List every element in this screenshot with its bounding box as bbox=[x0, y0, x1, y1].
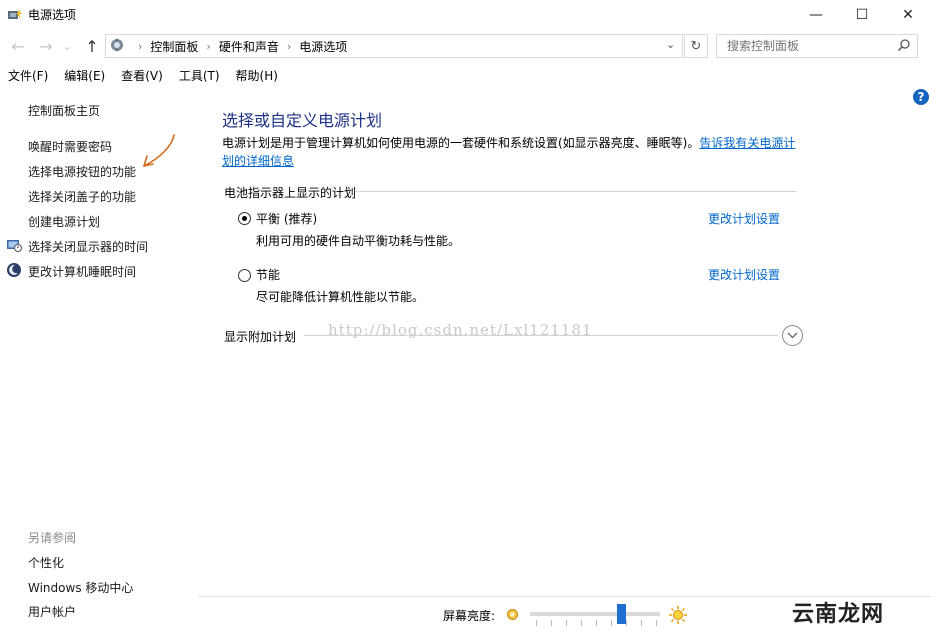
site-logo: 云南龙网 bbox=[792, 602, 885, 627]
sleep-moon-icon bbox=[7, 263, 21, 277]
annotation-arrow-icon bbox=[143, 134, 175, 167]
forward-button[interactable]: → bbox=[36, 36, 56, 56]
menu-view[interactable]: 查看(V) bbox=[113, 64, 171, 86]
help-icon[interactable]: ? bbox=[913, 89, 929, 105]
brightness-label: 屏幕亮度: bbox=[443, 609, 496, 623]
watermark-text: http://blog.csdn.net/Lxl121181 bbox=[328, 321, 593, 339]
brightness-high-icon bbox=[669, 606, 687, 624]
section-divider bbox=[356, 191, 796, 192]
see-also-personalization[interactable]: 个性化 bbox=[28, 554, 64, 571]
expand-additional-plans-button[interactable] bbox=[782, 325, 803, 346]
learn-more-link[interactable]: 告诉我有关电源计 bbox=[699, 136, 795, 150]
chevron-right-icon: › bbox=[138, 40, 143, 53]
brightness-slider-track[interactable] bbox=[530, 612, 660, 616]
window-title: 电源选项 bbox=[28, 8, 77, 22]
title-bar bbox=[0, 0, 931, 30]
sidebar-link-display-off[interactable]: 选择关闭显示器的时间 bbox=[28, 238, 148, 255]
chevron-down-icon bbox=[787, 332, 798, 339]
breadcrumb-hardware-sound[interactable]: 硬件和声音 bbox=[219, 38, 279, 55]
menu-edit[interactable]: 编辑(E) bbox=[56, 64, 113, 86]
page-description: 电源计划是用于管理计算机如何使用电源的一套硬件和系统设置(如显示器亮度、睡眠等)… bbox=[222, 134, 802, 170]
refresh-button[interactable]: ↻ bbox=[684, 34, 708, 58]
plan-balanced-name[interactable]: 平衡 (推荐) bbox=[256, 210, 317, 227]
up-button[interactable]: ↑ bbox=[82, 36, 102, 56]
sidebar-link-require-password[interactable]: 唤醒时需要密码 bbox=[28, 138, 112, 155]
power-options-app-icon bbox=[8, 9, 22, 19]
menu-bar: 文件(F) 编辑(E) 查看(V) 工具(T) 帮助(H) bbox=[0, 64, 931, 86]
breadcrumb-power-options[interactable]: 电源选项 bbox=[299, 38, 347, 55]
plan-power-saver-radio[interactable] bbox=[238, 269, 251, 282]
back-button[interactable]: ← bbox=[8, 36, 28, 56]
sidebar-link-create-plan[interactable]: 创建电源计划 bbox=[28, 213, 100, 230]
plan-power-saver-description: 尽可能降低计算机性能以节能。 bbox=[256, 290, 425, 304]
see-also-mobility-center[interactable]: Windows 移动中心 bbox=[28, 579, 133, 596]
menu-file[interactable]: 文件(F) bbox=[0, 64, 56, 86]
search-box[interactable] bbox=[716, 34, 918, 58]
control-panel-home-link[interactable]: 控制面板主页 bbox=[28, 102, 100, 119]
see-also-user-accounts[interactable]: 用户帐户 bbox=[28, 603, 76, 620]
chevron-right-icon[interactable]: › bbox=[287, 40, 291, 53]
brightness-slider-ticks bbox=[536, 620, 660, 626]
page-title: 选择或自定义电源计划 bbox=[222, 111, 383, 130]
control-panel-icon bbox=[111, 38, 123, 52]
plan-power-saver-change-settings-link[interactable]: 更改计划设置 bbox=[708, 266, 780, 283]
menu-tools[interactable]: 工具(T) bbox=[171, 64, 228, 86]
plan-balanced-radio[interactable] bbox=[238, 212, 251, 225]
learn-more-link-continued[interactable]: 划的详细信息 bbox=[222, 154, 294, 168]
brightness-low-icon bbox=[507, 609, 518, 620]
sidebar-link-power-button[interactable]: 选择电源按钮的功能 bbox=[28, 163, 136, 180]
maximize-button[interactable]: ☐ bbox=[839, 0, 885, 30]
plan-power-saver-name[interactable]: 节能 bbox=[256, 266, 280, 283]
breadcrumb: › 控制面板 › 硬件和声音 › 电源选项 bbox=[130, 38, 347, 55]
search-icon[interactable] bbox=[897, 38, 911, 52]
menu-help[interactable]: 帮助(H) bbox=[228, 64, 286, 86]
recent-locations-dropdown[interactable]: ⌄ bbox=[60, 36, 74, 56]
chevron-right-icon[interactable]: › bbox=[206, 40, 210, 53]
sidebar-link-lid-close[interactable]: 选择关闭盖子的功能 bbox=[28, 188, 136, 205]
search-input[interactable] bbox=[725, 38, 899, 54]
brightness-slider-thumb[interactable] bbox=[617, 604, 626, 624]
plan-balanced-change-settings-link[interactable]: 更改计划设置 bbox=[708, 210, 780, 227]
sidebar-link-sleep-time[interactable]: 更改计算机睡眠时间 bbox=[28, 263, 136, 280]
plan-balanced-description: 利用可用的硬件自动平衡功耗与性能。 bbox=[256, 234, 461, 248]
close-button[interactable]: ✕ bbox=[885, 0, 931, 30]
see-also-heading: 另请参阅 bbox=[28, 531, 77, 545]
description-text: 电源计划是用于管理计算机如何使用电源的一套硬件和系统设置(如显示器亮度、睡眠等)… bbox=[222, 136, 700, 150]
minimize-button[interactable]: — bbox=[793, 0, 839, 30]
show-additional-plans-label[interactable]: 显示附加计划 bbox=[224, 328, 296, 345]
display-timer-icon bbox=[7, 240, 22, 252]
address-dropdown-chevron-icon[interactable]: ⌄ bbox=[666, 38, 675, 51]
breadcrumb-control-panel[interactable]: 控制面板 bbox=[150, 38, 198, 55]
section-header: 电池指示器上显示的计划 bbox=[224, 186, 357, 200]
